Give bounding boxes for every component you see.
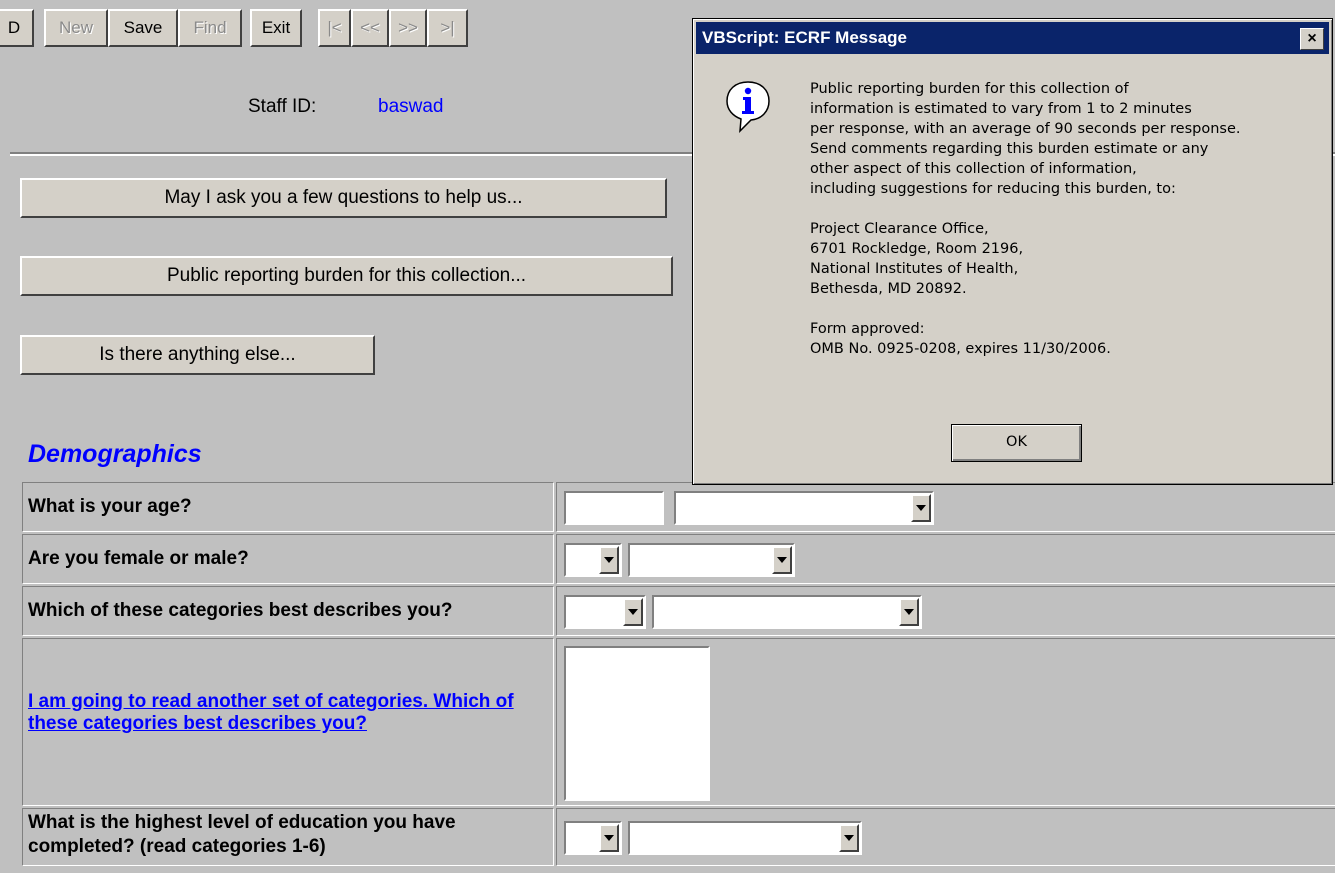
staff-id-label: Staff ID: [248, 96, 317, 117]
dialog-close-button[interactable]: × [1300, 28, 1324, 50]
public-reporting-burden-button[interactable]: Public reporting burden for this collect… [20, 256, 673, 296]
table-row: I am going to read another set of catego… [22, 638, 1335, 806]
age-answer [556, 482, 1335, 532]
chevron-down-icon [628, 609, 638, 615]
chevron-down-icon [604, 557, 614, 563]
age-unit-select[interactable] [674, 491, 934, 525]
dropdown-button[interactable] [623, 598, 643, 626]
chevron-down-icon [777, 557, 787, 563]
category-answer [556, 586, 1335, 636]
ask-questions-button[interactable]: May I ask you a few questions to help us… [20, 178, 667, 218]
next-record-button[interactable]: >> [389, 9, 427, 47]
first-record-button[interactable]: |< [318, 9, 351, 47]
staff-id-value: baswad [378, 96, 444, 117]
demographics-table: What is your age? Are you female or male… [20, 480, 1335, 868]
education-select[interactable] [628, 821, 862, 855]
chevron-down-icon [904, 609, 914, 615]
exit-button[interactable]: Exit [250, 9, 302, 47]
dialog-paragraph: Form approved: OMB No. 0925-0208, expire… [810, 321, 1111, 357]
race-question: I am going to read another set of catego… [22, 638, 554, 806]
dropdown-button[interactable] [839, 824, 859, 852]
chevron-down-icon [604, 835, 614, 841]
age-question: What is your age? [22, 482, 554, 532]
dialog-paragraph: Public reporting burden for this collect… [810, 81, 1241, 197]
table-row: Which of these categories best describes… [22, 586, 1335, 636]
dialog-title-bar[interactable]: VBScript: ECRF Message × [696, 22, 1329, 54]
sex-question: Are you female or male? [22, 534, 554, 584]
dialog-title: VBScript: ECRF Message [702, 28, 907, 47]
message-dialog: VBScript: ECRF Message × Public reportin… [692, 18, 1333, 485]
information-icon [723, 79, 773, 135]
dropdown-button[interactable] [772, 546, 792, 574]
table-row: What is your age? [22, 482, 1335, 532]
category-code-select[interactable] [564, 595, 646, 629]
last-record-button[interactable]: >| [427, 9, 468, 47]
dialog-paragraph: Project Clearance Office, 6701 Rockledge… [810, 221, 1024, 297]
dropdown-button[interactable] [599, 824, 619, 852]
race-listbox[interactable] [564, 646, 710, 801]
table-row: What is the highest level of education y… [22, 808, 1335, 866]
dropdown-button[interactable] [599, 546, 619, 574]
chevron-down-icon [916, 505, 926, 511]
ok-button[interactable]: OK [951, 424, 1082, 462]
education-question: What is the highest level of education y… [22, 808, 554, 866]
toolbar-partial-button[interactable]: D [0, 9, 34, 47]
dropdown-button[interactable] [911, 494, 931, 522]
save-button[interactable]: Save [108, 9, 178, 47]
education-answer [556, 808, 1335, 866]
new-button[interactable]: New [44, 9, 108, 47]
find-button[interactable]: Find [178, 9, 242, 47]
dialog-message: Public reporting burden for this collect… [810, 79, 1325, 379]
anything-else-button[interactable]: Is there anything else... [20, 335, 375, 375]
section-title: Demographics [28, 440, 202, 468]
sex-answer [556, 534, 1335, 584]
education-code-select[interactable] [564, 821, 622, 855]
race-question-link[interactable]: I am going to read another set of catego… [28, 691, 514, 734]
dropdown-button[interactable] [899, 598, 919, 626]
category-question: Which of these categories best describes… [22, 586, 554, 636]
previous-record-button[interactable]: << [351, 9, 389, 47]
race-answer [556, 638, 1335, 806]
sex-code-select[interactable] [564, 543, 622, 577]
age-input[interactable] [564, 491, 664, 525]
chevron-down-icon [844, 835, 854, 841]
table-row: Are you female or male? [22, 534, 1335, 584]
category-select[interactable] [652, 595, 922, 629]
sex-select[interactable] [628, 543, 795, 577]
